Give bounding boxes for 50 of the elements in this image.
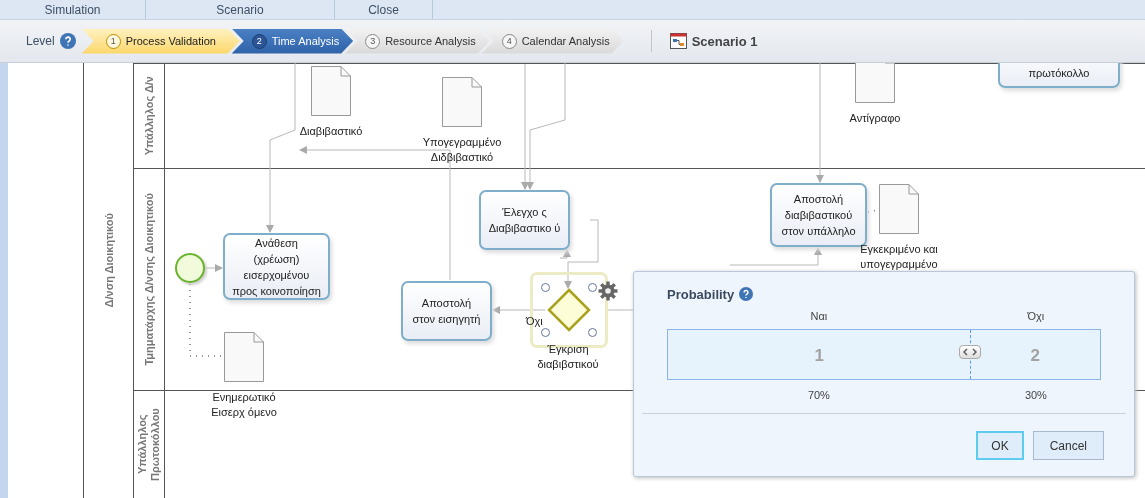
document-label: Ενημερωτικό Εισερχ όμενο	[210, 390, 278, 420]
branch-label: Όχι	[1027, 310, 1045, 322]
document-icon[interactable]	[879, 184, 919, 234]
connector-line	[492, 306, 546, 314]
branch-number: 1	[814, 346, 824, 366]
scenario-icon	[669, 33, 687, 49]
task-box[interactable]: Ανάθεση (χρέωση) εισερχομένου προς κοινοποίηση	[223, 233, 330, 300]
branch-number: 2	[1030, 346, 1040, 366]
document-icon[interactable]	[442, 77, 482, 127]
dialog-button[interactable]: Cancel	[1032, 431, 1104, 460]
document-label: Αντίγραφο	[848, 111, 902, 126]
slider-handle[interactable]	[959, 345, 982, 359]
document-label: Υπογεγραμμένο Διδβιβαστικό	[421, 135, 503, 165]
lane-label: Υπάλληλος Δ/ν	[143, 76, 155, 156]
help-icon[interactable]	[739, 287, 754, 301]
resize-handle[interactable]	[541, 328, 550, 337]
flow-label: Όχι	[526, 315, 543, 327]
task-box[interactable]: πρωτόκολλο	[998, 63, 1120, 88]
pool-header: Δ/νση Διοικητικού	[83, 63, 133, 498]
resize-handle[interactable]	[541, 283, 550, 292]
settings-icon[interactable]	[598, 281, 618, 301]
lane-label: Υπάλληλος Πρωτοκόλλου	[136, 407, 162, 483]
menu-item[interactable]: Scenario	[146, 0, 335, 19]
menu-item[interactable]: Close	[335, 0, 433, 19]
step-tab[interactable]: 1 Process Validation	[81, 28, 240, 54]
task-box[interactable]: Αποστολή στον εισηγητή	[401, 281, 492, 341]
document-icon[interactable]	[224, 332, 264, 382]
connector-line	[204, 264, 223, 272]
document-icon[interactable]	[311, 66, 351, 116]
help-icon[interactable]	[59, 33, 76, 49]
start-event[interactable]	[175, 253, 205, 283]
dialog-button[interactable]: OK	[976, 431, 1024, 460]
menu-item[interactable]: Simulation	[0, 0, 146, 19]
level-label: Level	[26, 34, 55, 48]
step-tab[interactable]: 3 Resource Analysis	[345, 28, 490, 54]
percent-label: 30%	[1024, 389, 1047, 401]
scenario-title: Scenario 1	[691, 33, 758, 49]
step-tab[interactable]: 4 Calendar Analysis	[481, 28, 624, 54]
resize-handle[interactable]	[588, 328, 597, 337]
resize-handle[interactable]	[588, 283, 597, 292]
task-box[interactable]: Έλεγχο ς Διαβιβαστικο ύ	[479, 190, 570, 250]
dialog-title: Probability	[667, 286, 735, 302]
branch-label: Ναι	[810, 310, 828, 322]
percent-label: 70%	[807, 389, 830, 401]
step-tab[interactable]: 2 Time Analysis	[231, 28, 354, 54]
document-icon[interactable]	[855, 63, 895, 103]
lane-label: Τμηματάρχης Δ/νσης Διοικητικού	[143, 193, 155, 366]
document-label: Διαβιβαστικό	[298, 124, 364, 139]
gateway-label: Έγκριση διαβιβστικού	[536, 342, 600, 372]
gateway-diamond[interactable]	[547, 288, 591, 332]
